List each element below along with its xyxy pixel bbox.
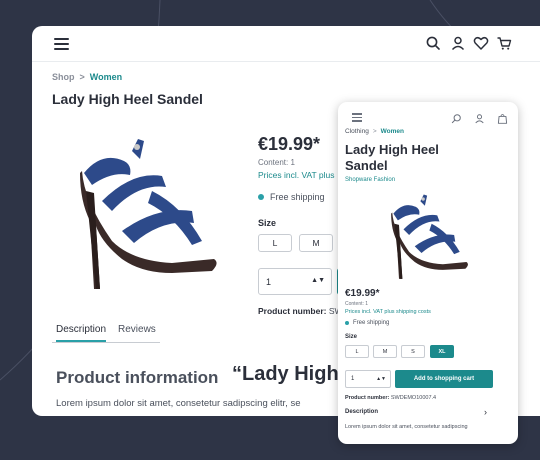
- mobile-description-text: Lorem ipsum dolor sit amet, consetetur s…: [345, 424, 468, 430]
- desktop-header: [32, 26, 540, 62]
- chevron-right-icon: ›: [484, 407, 487, 417]
- shopping-bag-icon[interactable]: [497, 111, 508, 124]
- vat-info-link[interactable]: Prices incl. VAT plus: [258, 170, 335, 180]
- mobile-product-number-value: SWDEMO10007.4: [390, 395, 437, 401]
- tab-description[interactable]: Description: [56, 324, 107, 342]
- mobile-shipping-label: Free shipping: [353, 320, 390, 326]
- breadcrumb-clothing-link[interactable]: Clothing: [345, 128, 369, 135]
- breadcrumb: Shop > Women: [52, 72, 122, 82]
- product-content: Content: 1: [258, 158, 295, 167]
- tab-divider: [52, 342, 160, 343]
- size-option-xl[interactable]: XL: [430, 345, 454, 358]
- mobile-breadcrumb: Clothing > Women: [345, 128, 404, 135]
- user-icon[interactable]: [450, 35, 466, 51]
- product-description-text: Lorem ipsum dolor sit amet, consetetur s…: [56, 398, 301, 409]
- mobile-quantity-select[interactable]: 1 ▲▼: [345, 370, 391, 388]
- hamburger-menu-icon[interactable]: [54, 38, 69, 50]
- mobile-product-number-label: Product number:: [345, 395, 390, 401]
- mobile-product-content: Content: 1: [345, 301, 369, 307]
- shipping-label: Free shipping: [270, 192, 325, 202]
- size-option-s[interactable]: S: [401, 345, 425, 358]
- size-label: Size: [258, 218, 277, 228]
- user-icon[interactable]: [474, 111, 485, 124]
- size-option-m[interactable]: M: [373, 345, 397, 358]
- breadcrumb-separator: >: [79, 72, 85, 82]
- product-image[interactable]: [62, 131, 222, 291]
- heart-icon[interactable]: [473, 35, 489, 51]
- quantity-value: 1: [266, 277, 272, 287]
- product-number: Product number: SW: [258, 306, 343, 316]
- quantity-select[interactable]: 1 ▲▼: [258, 268, 332, 295]
- manufacturer-link[interactable]: Shopware Fashion: [345, 177, 395, 183]
- product-title: Lady High Heel Sandel: [52, 91, 203, 107]
- breadcrumb-separator: >: [372, 128, 377, 135]
- mobile-size-label: Size: [345, 334, 358, 340]
- product-info-quote: “Lady High: [232, 363, 339, 385]
- shipping-status-dot: [345, 321, 349, 325]
- breadcrumb-women-link[interactable]: Women: [90, 72, 122, 82]
- shipping-status-dot: [258, 194, 264, 200]
- select-arrows-icon: ▲▼: [376, 376, 386, 382]
- search-icon[interactable]: [425, 35, 441, 51]
- hamburger-menu-icon[interactable]: [352, 113, 362, 122]
- mobile-product-image[interactable]: [376, 190, 476, 280]
- size-option-l[interactable]: L: [258, 234, 292, 252]
- description-accordion-label: Description: [345, 409, 379, 415]
- mobile-product-price: €19.99*: [345, 288, 380, 299]
- mobile-vat-info-link[interactable]: Prices incl. VAT plus shipping costs: [345, 309, 431, 315]
- mobile-shop-window: Clothing > Women Lady High Heel Sandel Sho…: [338, 102, 518, 444]
- product-price: €19.99*: [258, 134, 321, 154]
- search-icon[interactable]: [451, 111, 462, 124]
- cart-icon[interactable]: [496, 35, 512, 51]
- tab-reviews[interactable]: Reviews: [118, 324, 156, 340]
- breadcrumb-women-link[interactable]: Women: [381, 128, 404, 135]
- breadcrumb-shop-link[interactable]: Shop: [52, 72, 75, 82]
- mobile-product-title: Lady High Heel Sandel: [345, 142, 439, 173]
- description-accordion[interactable]: Description ›: [345, 407, 487, 417]
- select-arrows-icon: ▲▼: [311, 277, 325, 284]
- size-option-m[interactable]: M: [299, 234, 333, 252]
- product-number-label: Product number:: [258, 306, 327, 316]
- mobile-shipping-info: Free shipping: [345, 320, 389, 326]
- mobile-product-number: Product number: SWDEMO10007.4: [345, 395, 436, 401]
- size-option-l[interactable]: L: [345, 345, 369, 358]
- add-to-shopping-cart-button[interactable]: Add to shopping cart: [395, 370, 493, 388]
- shipping-info: Free shipping: [258, 192, 325, 202]
- mobile-quantity-value: 1: [351, 376, 355, 382]
- product-info-heading: Product information: [56, 368, 219, 387]
